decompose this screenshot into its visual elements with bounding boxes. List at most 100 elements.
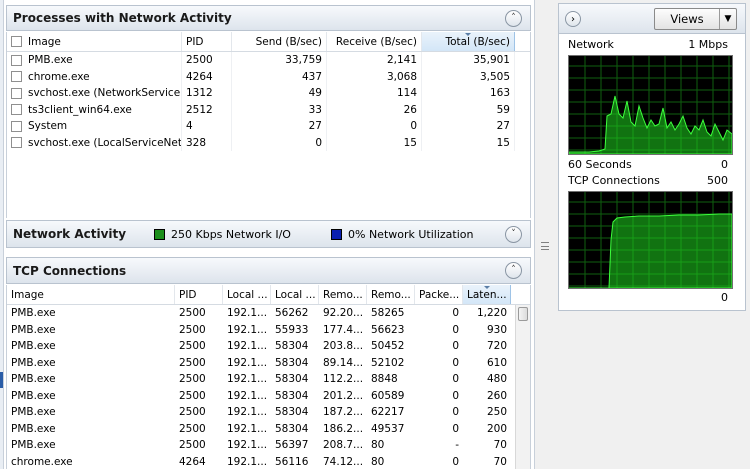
table-row[interactable]: System 4 27 0 27 (7, 118, 530, 135)
col-send[interactable]: Send (B/sec) (232, 32, 327, 51)
cell-total: 27 (422, 118, 515, 135)
cell-loss: 0 (452, 356, 459, 369)
cell-pid: 2500 (179, 356, 206, 369)
table-row[interactable]: chrome.exe 4264 437 3,068 3,505 (7, 68, 530, 85)
row-checkbox[interactable] (11, 87, 22, 99)
cell-lport: 55933 (275, 323, 309, 336)
cell-latency: 480 (486, 373, 507, 386)
table-row[interactable]: PMB.exe 2500 192.1... 58304 187.2... 62217 0 25… (7, 404, 530, 421)
cell-image: PMB.exe (11, 307, 56, 320)
cell-image: PMB.exe (11, 340, 56, 353)
cell-text: 26 (403, 103, 417, 116)
col-pid[interactable]: PID (182, 32, 232, 51)
network-graph (568, 55, 733, 155)
cell-text: 0 (410, 120, 417, 133)
cell-pid: 2500 (179, 373, 206, 386)
cell-text: 4264 (186, 70, 213, 83)
select-all-checkbox[interactable] (11, 36, 22, 47)
cell-pid: 2500 (179, 406, 206, 419)
cell-latency: 200 (486, 422, 507, 435)
tcp-graph-svg (569, 192, 732, 288)
row-checkbox[interactable] (11, 120, 22, 132)
network-graph-min: 0 (721, 158, 728, 171)
network-graph-svg (569, 56, 732, 154)
splitter-grip[interactable] (541, 242, 549, 250)
cell-loss: 0 (452, 455, 459, 468)
cell-text: 33,759 (285, 54, 322, 67)
network-activity-header[interactable]: Network Activity 250 Kbps Network I/O 0%… (6, 220, 531, 248)
cell-lport: 58304 (275, 340, 309, 353)
col-latency[interactable]: Laten... (463, 285, 511, 304)
chevron-up-icon: ˄ (511, 265, 516, 275)
cell-text: 49 (308, 87, 322, 100)
network-graph-time: 60 Seconds (568, 158, 632, 171)
row-checkbox[interactable] (11, 54, 22, 66)
tcp-header[interactable]: TCP Connections ˄ (6, 257, 531, 284)
cell-text: 4 (186, 120, 193, 133)
pane-splitter[interactable] (534, 0, 555, 469)
cell-image: PMB.exe (11, 356, 56, 369)
cell-raddr: 186.2... (323, 422, 364, 435)
processes-collapse-button[interactable]: ˄ (505, 10, 522, 27)
cell-image: chrome.exe (11, 455, 73, 468)
col-image[interactable]: Image (7, 285, 175, 304)
table-row[interactable]: chrome.exe 4264 192.1... 56116 74.12... 80 0 70 (7, 454, 530, 469)
network-activity-expand-button[interactable]: ˅ (505, 226, 522, 243)
processes-header[interactable]: Processes with Network Activity ˄ (6, 5, 531, 31)
cell-rport: 58265 (371, 307, 405, 320)
cell-lport: 56397 (275, 439, 309, 452)
col-image[interactable]: Image (7, 32, 182, 51)
tcp-graph-max: 500 (707, 174, 728, 187)
table-row[interactable]: PMB.exe 2500 192.1... 58304 186.2... 49537 0 20… (7, 421, 530, 438)
views-dropdown[interactable]: Views ▼ (654, 8, 737, 30)
cell-text: System (28, 120, 68, 133)
cell-total: 3,505 (422, 68, 515, 85)
col-packet-loss[interactable]: Packe... (415, 285, 463, 304)
table-row[interactable]: PMB.exe 2500 192.1... 58304 89.14... 52102 0 61… (7, 355, 530, 372)
tcp-scrollbar-thumb[interactable] (518, 307, 528, 321)
table-row[interactable]: svchost.exe (LocalServiceNet... 328 0 15 15 (7, 134, 530, 151)
table-row[interactable]: ts3client_win64.exe 2512 33 26 59 (7, 101, 530, 118)
table-row[interactable]: PMB.exe 2500 33,759 2,141 35,901 (7, 52, 530, 69)
col-remote-port[interactable]: Remo... (367, 285, 415, 304)
right-pane: › Views ▼ Network 1 Mbps 60 Seconds 0 TC… (555, 0, 750, 469)
col-local-port[interactable]: Local ... (271, 285, 319, 304)
tcp-scrollbar[interactable] (515, 305, 530, 469)
table-row[interactable]: svchost.exe (NetworkService) 1312 49 114 163 (7, 85, 530, 102)
table-row[interactable]: PMB.exe 2500 192.1... 55933 177.4... 56623 0 93… (7, 322, 530, 339)
tcp-collapse-button[interactable]: ˄ (505, 262, 522, 279)
cell-text: PMB.exe (28, 54, 73, 67)
row-checkbox[interactable] (11, 137, 22, 149)
col-pid[interactable]: PID (175, 285, 223, 304)
table-row[interactable]: PMB.exe 2500 192.1... 58304 112.2... 8848 0 480 (7, 371, 530, 388)
processes-table-header: Image PID Send (B/sec) Receive (B/sec) T… (7, 32, 530, 52)
row-checkbox[interactable] (11, 104, 22, 116)
table-row[interactable]: PMB.exe 2500 192.1... 56397 208.7... 80 - 70 (7, 437, 530, 454)
cell-laddr: 192.1... (227, 455, 268, 468)
col-remote-address[interactable]: Remo... (319, 285, 367, 304)
cell-laddr: 192.1... (227, 356, 268, 369)
row-checkbox[interactable] (11, 71, 22, 83)
cell-send: 27 (232, 118, 327, 135)
cell-text: 35,901 (473, 54, 510, 67)
col-receive[interactable]: Receive (B/sec) (327, 32, 422, 51)
col-total[interactable]: Total (B/sec) (422, 32, 515, 51)
expand-panel-button[interactable]: › (565, 11, 581, 27)
cell-send: 0 (232, 134, 327, 151)
cell-receive: 26 (327, 101, 422, 118)
left-pane: Processes with Network Activity ˄ Image … (0, 0, 534, 469)
table-row[interactable]: PMB.exe 2500 192.1... 58304 203.8... 50452 0 72… (7, 338, 530, 355)
col-local-address[interactable]: Local ... (223, 285, 271, 304)
cell-text: 27 (496, 120, 510, 133)
cell-rport: 80 (371, 439, 385, 452)
table-row[interactable]: PMB.exe 2500 192.1... 58304 201.2... 60589 0 26… (7, 388, 530, 405)
util-legend-swatch (331, 229, 342, 240)
cell-text: 33 (308, 103, 322, 116)
cell-raddr: 112.2... (323, 373, 364, 386)
edge-marker (0, 372, 3, 388)
cell-pid: 2500 (179, 307, 206, 320)
cell-raddr: 208.7... (323, 439, 364, 452)
cell-text: 1312 (186, 87, 213, 100)
table-row[interactable]: PMB.exe 2500 192.1... 56262 92.20... 58265 0 1,… (7, 305, 530, 322)
cell-image: PMB.exe (11, 422, 56, 435)
